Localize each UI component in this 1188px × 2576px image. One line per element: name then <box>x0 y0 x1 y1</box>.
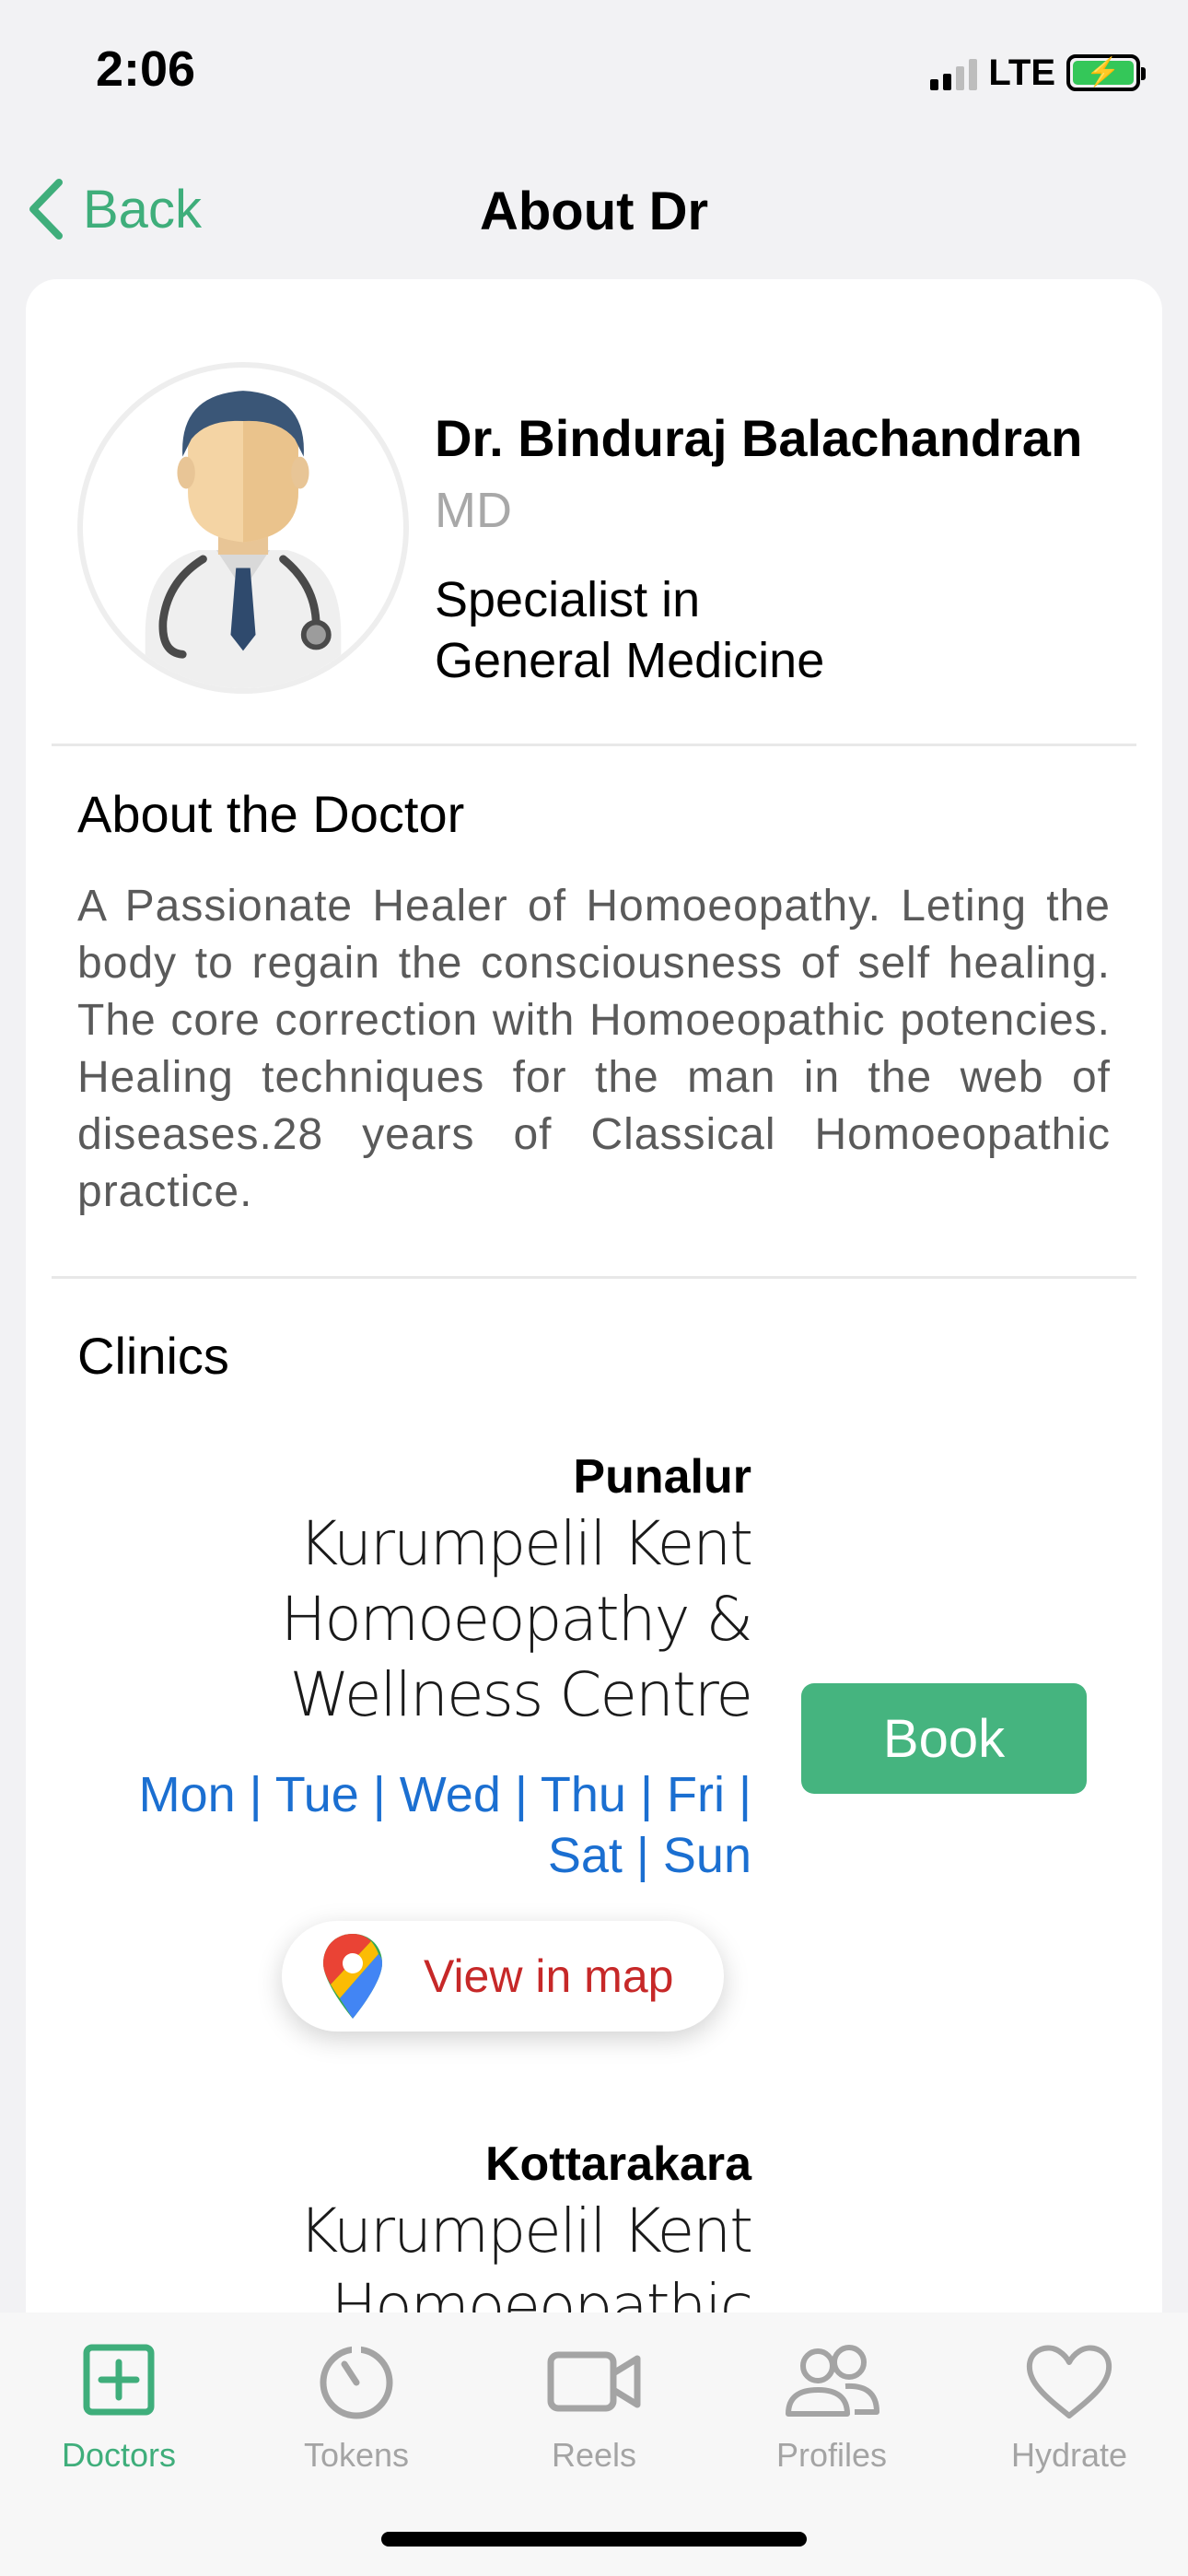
divider <box>52 744 1136 746</box>
doctor-avatar-icon <box>145 391 342 688</box>
clinic-place: Kottarakara <box>484 2137 751 2191</box>
video-camera-icon <box>547 2351 641 2412</box>
about-section-title: About the Doctor <box>77 785 465 843</box>
status-indicators: LTE ⚡ <box>930 50 1146 96</box>
doctor-detail-card: Dr. Binduraj Balachandran MD Specialist … <box>26 279 1162 2417</box>
doctor-header: Dr. Binduraj Balachandran MD Specialist … <box>26 279 1162 744</box>
timer-icon <box>320 2346 393 2419</box>
doctor-degree: MD <box>435 483 512 538</box>
tab-tokens[interactable]: Tokens <box>238 2340 475 2497</box>
tab-label: Doctors <box>61 2436 177 2474</box>
specialty-line-2: General Medicine <box>435 633 825 688</box>
battery-charging-icon: ⚡ <box>1066 54 1146 91</box>
navigation-bar: Back About Dr <box>0 157 1188 267</box>
specialty-line-1: Specialist in <box>435 572 701 627</box>
heart-icon <box>1026 2345 1112 2418</box>
tab-doctors[interactable]: Doctors <box>0 2340 238 2497</box>
people-icon <box>786 2345 879 2417</box>
doctor-specialty: Specialist in General Medicine <box>435 569 824 691</box>
tab-label: Profiles <box>775 2436 888 2474</box>
tab-hydrate[interactable]: Hydrate <box>950 2340 1188 2497</box>
book-button[interactable]: Book <box>801 1683 1087 1794</box>
clinic-place: Punalur <box>573 1450 751 1504</box>
doctor-avatar <box>77 362 409 694</box>
tab-profiles[interactable]: Profiles <box>713 2340 950 2497</box>
view-in-map-label: View in map <box>424 1950 674 2002</box>
doctor-name: Dr. Binduraj Balachandran <box>435 409 1083 467</box>
about-text: A Passionate Healer of Homoeopathy. Leti… <box>77 882 1111 1216</box>
home-indicator[interactable] <box>381 2532 807 2547</box>
clinics-section-title: Clinics <box>77 1327 229 1385</box>
status-bar: 2:06 LTE ⚡ <box>0 0 1188 147</box>
divider <box>52 1276 1136 1279</box>
status-time: 2:06 <box>96 41 196 97</box>
clinic-days[interactable]: Mon | Tue | Wed | Thu | Fri | Sat | Sun <box>70 1764 751 1886</box>
page-title: About Dr <box>479 181 709 241</box>
tab-label: Hydrate <box>1010 2436 1128 2474</box>
tab-label: Reels <box>551 2436 637 2474</box>
tab-reels[interactable]: Reels <box>475 2340 713 2497</box>
google-maps-pin-icon <box>323 1934 382 2019</box>
cellular-signal-icon <box>930 55 978 90</box>
clinic-name: Kurumpelil Kent Homoeopathy & Wellness C… <box>280 1508 753 1730</box>
plus-square-icon <box>83 2344 155 2416</box>
tab-label: Tokens <box>303 2436 410 2474</box>
view-in-map-button[interactable]: View in map <box>282 1921 724 2032</box>
network-type: LTE <box>988 52 1055 93</box>
